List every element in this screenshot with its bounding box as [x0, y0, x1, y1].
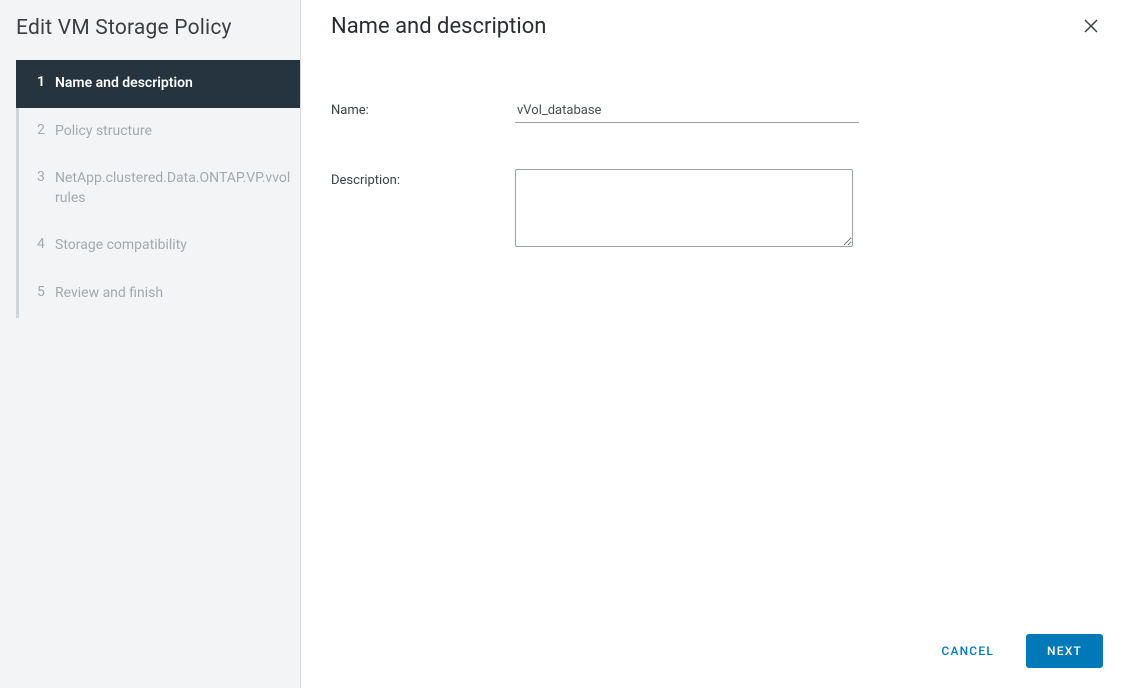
step-number: 2	[37, 122, 55, 138]
close-button[interactable]	[1079, 14, 1103, 38]
wizard-container: Edit VM Storage Policy 1 Name and descri…	[0, 0, 1127, 688]
step-label: Policy structure	[55, 122, 152, 142]
name-label: Name:	[331, 99, 515, 118]
cancel-button[interactable]: CANCEL	[925, 635, 1010, 667]
main-content: Name and description Name: Description: …	[301, 0, 1127, 688]
step-number: 4	[37, 236, 55, 252]
step-number: 5	[37, 284, 55, 300]
main-header: Name and description	[331, 14, 1103, 39]
form-area: Name: Description:	[331, 99, 1103, 618]
next-button[interactable]: NEXT	[1026, 634, 1103, 668]
step-storage-compatibility[interactable]: 4 Storage compatibility	[19, 222, 300, 270]
step-label: Name and description	[55, 74, 193, 94]
close-icon	[1083, 18, 1099, 34]
step-policy-structure[interactable]: 2 Policy structure	[19, 108, 300, 156]
step-label: Review and finish	[55, 284, 163, 304]
wizard-sidebar: Edit VM Storage Policy 1 Name and descri…	[0, 0, 301, 688]
step-review-and-finish[interactable]: 5 Review and finish	[19, 270, 300, 318]
description-textarea[interactable]	[515, 169, 853, 247]
sidebar-title: Edit VM Storage Policy	[0, 0, 300, 60]
name-input[interactable]	[515, 99, 859, 123]
step-label: NetApp.clustered.Data.ONTAP.VP.vvol rule…	[55, 169, 290, 208]
step-number: 1	[37, 74, 55, 90]
page-title: Name and description	[331, 14, 546, 39]
description-label: Description:	[331, 169, 515, 188]
step-label: Storage compatibility	[55, 236, 187, 256]
wizard-footer: CANCEL NEXT	[331, 618, 1103, 668]
form-row-name: Name:	[331, 99, 1103, 123]
form-row-description: Description:	[331, 169, 1103, 247]
step-number: 3	[37, 169, 55, 185]
step-name-and-description[interactable]: 1 Name and description	[16, 60, 300, 108]
wizard-steps-list: 1 Name and description 2 Policy structur…	[16, 60, 300, 318]
step-netapp-rules[interactable]: 3 NetApp.clustered.Data.ONTAP.VP.vvol ru…	[19, 155, 300, 222]
